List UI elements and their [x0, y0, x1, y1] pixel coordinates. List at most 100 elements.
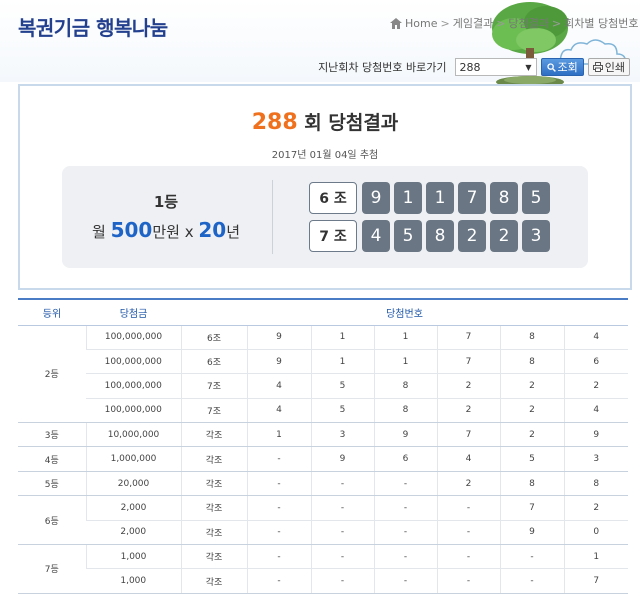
number-cell: -	[436, 568, 500, 594]
group-cell: 각조	[180, 422, 247, 448]
number-cell: 9	[499, 520, 564, 546]
group-cell: 각조	[180, 471, 247, 497]
number-cell: -	[246, 544, 311, 570]
table-row: 2등 100,000,000 6조 9 1 1 7 8 4	[18, 325, 628, 424]
print-button-label: 인쇄	[604, 61, 625, 74]
prize-cell: 2,000	[85, 495, 181, 521]
amount-unit: 만원 x	[152, 223, 194, 241]
years-value: 20	[198, 218, 227, 242]
number-cell: 9	[310, 446, 374, 472]
number-cell: 6	[373, 446, 437, 472]
number-cell: 1	[310, 349, 374, 375]
number-cell: 8	[499, 471, 564, 497]
number-cell: 2	[499, 373, 564, 399]
number-cell: 2	[563, 495, 628, 521]
number-cell: 7	[499, 495, 564, 521]
breadcrumb-separator: >	[496, 16, 506, 30]
table-body: 2등 100,000,000 6조 9 1 1 7 8 4 100,000,000 6조 9 1 1 7 8 6…	[18, 325, 628, 594]
round-select-value: 288	[459, 60, 481, 74]
group-cell: 각조	[180, 544, 247, 570]
round-select[interactable]: 288 ▼	[454, 58, 537, 76]
number-cell: 3	[563, 446, 628, 472]
number-cell: 4	[436, 446, 500, 472]
round-search-label: 지난회차 당첨번호 바로가기	[318, 61, 447, 74]
col-header-rank: 등위	[18, 298, 86, 326]
number-ball: 5	[522, 182, 550, 214]
prize-cell: 100,000,000	[86, 349, 181, 375]
number-cell: 8	[499, 325, 564, 350]
number-cell: 7	[563, 568, 628, 594]
prize-cell: 1,000,000	[85, 446, 181, 472]
amount-value: 500	[110, 218, 153, 242]
prize-cell: 100,000,000	[86, 398, 181, 424]
breadcrumb-game-result[interactable]: 게임결과	[453, 15, 493, 31]
breadcrumb-result[interactable]: 당첨결과	[508, 15, 548, 31]
amount-prefix: 월	[91, 223, 106, 241]
group-cell: 6조	[180, 325, 247, 350]
number-cell: -	[246, 495, 311, 521]
number-cell: 2	[499, 398, 564, 424]
number-cell: 1	[310, 325, 374, 350]
first-prize-rank: 1등	[153, 193, 179, 211]
number-cell: 2	[563, 373, 628, 399]
number-cell: -	[373, 471, 437, 497]
number-ball: 3	[522, 220, 550, 252]
print-icon	[592, 62, 603, 72]
number-cell: -	[246, 446, 311, 472]
search-button[interactable]: 조회	[540, 58, 584, 76]
number-cell: 8	[563, 471, 628, 497]
page-title: 복권기금 행복나눔	[18, 16, 168, 40]
number-cell: -	[246, 568, 311, 594]
number-cell: 1	[373, 349, 437, 375]
number-ball: 9	[362, 182, 390, 214]
number-cell: -	[373, 520, 437, 546]
table-row: 6등 2,000 각조 - - - -7 2	[18, 495, 628, 546]
number-cell: 3	[310, 422, 374, 448]
first-prize-amount: 월 500만원 x 20년	[62, 218, 270, 242]
search-icon	[546, 62, 556, 72]
draw-date: 2017년 01월 04일 추첨	[271, 150, 379, 161]
number-cell: 8	[499, 349, 564, 375]
number-cell: 9	[246, 349, 311, 375]
rank-cell: 4등	[18, 446, 86, 472]
result-title: 288 회 당첨결과	[20, 108, 630, 135]
number-cell: 6	[563, 349, 628, 375]
number-cell: -	[373, 568, 437, 594]
breadcrumb-home[interactable]: Home	[405, 17, 437, 30]
chevron-down-icon: ▼	[525, 62, 532, 72]
number-cell: 7	[436, 422, 500, 448]
group-cell: 각조	[180, 568, 247, 594]
round-number: 288	[251, 110, 298, 135]
print-button[interactable]: 인쇄	[587, 58, 630, 76]
breadcrumb-separator: >	[551, 16, 562, 30]
winning-set-2: 7 조 4 5 8 2 2 3	[309, 220, 554, 252]
number-cell: 7	[436, 325, 500, 350]
number-cell: -	[499, 544, 564, 570]
number-cell: 2	[436, 373, 500, 399]
number-cell: -	[310, 568, 374, 594]
number-ball: 1	[426, 182, 454, 214]
prize-cell: 1,000	[85, 544, 181, 570]
number-ball: 2	[458, 220, 486, 252]
table-row: 100,000,000 6조 9 1 1 7 8 6	[18, 349, 628, 375]
number-cell: 5	[310, 398, 374, 424]
number-cell: 1	[563, 544, 628, 570]
number-cell: -	[310, 520, 374, 546]
group-label: 6 조	[309, 182, 357, 214]
number-cell: 9	[373, 422, 437, 448]
table-row: 100,000,000 7조 4 5 8 2 2 2	[18, 373, 628, 399]
table-row: 100,000,000 7조 4 5 8 2 2 4	[18, 398, 628, 424]
number-cell: -	[436, 520, 500, 546]
number-cell: 1	[373, 325, 437, 350]
table-header-row: 등위 당첨금 당첨번호	[18, 298, 628, 326]
number-cell: -	[310, 495, 374, 521]
col-header-prize: 당첨금	[86, 298, 181, 326]
table-row: 7등 1,000 각조 - - - - -1	[18, 544, 628, 594]
table-row: 3등 10,000,000 각조 1 3 9 7 2 9	[18, 422, 628, 448]
home-icon[interactable]	[390, 17, 402, 29]
number-cell: 9	[563, 422, 628, 448]
number-cell: 8	[373, 373, 437, 399]
number-cell: -	[436, 544, 500, 570]
number-cell: -	[310, 471, 374, 497]
number-cell: 9	[246, 325, 311, 350]
